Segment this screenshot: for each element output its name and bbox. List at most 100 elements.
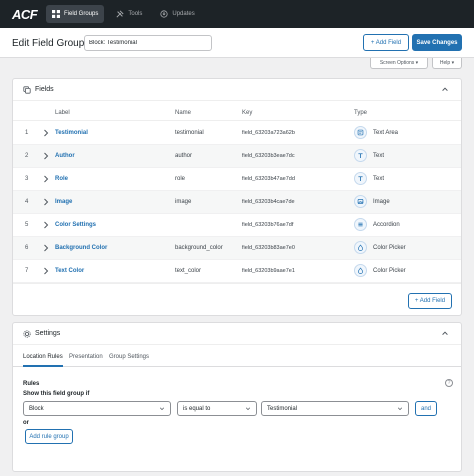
fields-icon [23, 85, 31, 94]
field-key: field_63203b83ae7e0 [242, 245, 295, 251]
field-order: 1 [25, 130, 29, 136]
field-order: 7 [25, 268, 29, 274]
settings-panel-title: Settings [35, 330, 61, 337]
settings-tabs: Location Rules Presentation Group Settin… [13, 347, 461, 367]
tools-icon [116, 10, 124, 18]
rule-operator-select[interactable]: is equal to [177, 401, 257, 416]
field-key: field_63203b76ae7df [242, 222, 294, 228]
text-icon [358, 176, 363, 181]
col-key: Key [242, 110, 253, 116]
color-picker-icon [358, 244, 363, 251]
table-row[interactable]: 6 Background Color background_color field_6… [13, 237, 461, 260]
field-name: role [175, 176, 186, 182]
chevron-right-icon[interactable] [43, 244, 49, 252]
fields-panel-title: Fields [35, 86, 54, 93]
help-icon[interactable]: ? [445, 379, 453, 387]
chevron-right-icon[interactable] [43, 198, 49, 206]
chevron-right-icon[interactable] [43, 152, 49, 160]
field-type: Accordion [373, 222, 400, 228]
field-label-link[interactable]: Author [55, 153, 75, 159]
tab-group-settings[interactable]: Group Settings [109, 354, 149, 360]
chevron-up-icon[interactable] [441, 85, 449, 93]
field-key: field_63203b3eae7dc [242, 153, 295, 159]
col-type: Type [354, 110, 368, 116]
field-name: background_color [175, 245, 223, 251]
nav-label: Field Groups [64, 11, 99, 17]
field-order: 3 [25, 176, 29, 182]
chevron-down-icon [159, 407, 165, 410]
chevron-right-icon[interactable] [43, 267, 49, 275]
top-nav: ACF Field Groups Tools Updates [0, 0, 474, 28]
add-field-button-top[interactable]: + Add Field [363, 34, 409, 51]
table-row[interactable]: 1 Testimonial testimonial field_63203a723a6… [13, 122, 461, 145]
fields-panel: Fields Label Name Key Type 1 Testimonial t… [12, 78, 462, 316]
field-order: 2 [25, 153, 29, 159]
field-order: 4 [25, 199, 29, 205]
nav-field-groups[interactable]: Field Groups [46, 5, 105, 23]
field-order: 5 [25, 222, 29, 228]
table-row[interactable]: 4 Image image field_63203b4cae7de Image [13, 191, 461, 214]
col-label: Label [55, 110, 70, 116]
textarea-icon [357, 129, 364, 136]
table-row[interactable]: 3 Role role field_63203b47ae7dd Text [13, 168, 461, 191]
chevron-right-icon[interactable] [43, 175, 49, 183]
acf-logo[interactable]: ACF [12, 7, 40, 22]
field-type-badge [354, 218, 367, 231]
field-order: 6 [25, 245, 29, 251]
field-type-badge [354, 195, 367, 208]
rule-operator-value: is equal to [183, 405, 211, 412]
field-type-badge [354, 172, 367, 185]
show-if-label: Show this field group if [23, 391, 90, 397]
nav-tools[interactable]: Tools [110, 5, 148, 23]
field-type-badge [354, 241, 367, 254]
fields-footer: + Add Field [13, 283, 461, 315]
settings-panel-header[interactable]: Settings [13, 323, 461, 345]
fields-panel-header[interactable]: Fields [13, 79, 461, 101]
chevron-right-icon[interactable] [43, 129, 49, 137]
nav-label: Updates [172, 11, 195, 17]
field-type: Text [373, 153, 385, 159]
screen-options-tab[interactable]: Screen Options ▾ [370, 58, 428, 69]
page-title: Edit Field Group [12, 38, 85, 49]
rule-param-value: Block [29, 405, 44, 412]
updates-icon [160, 10, 168, 18]
field-name: text_color [175, 268, 202, 274]
add-field-button-bottom[interactable]: + Add Field [408, 293, 452, 309]
help-tab[interactable]: Help ▾ [432, 58, 462, 69]
field-type-badge [354, 126, 367, 139]
color-picker-icon [358, 267, 363, 274]
rule-value-value: Testimonial [267, 405, 298, 412]
field-label-link[interactable]: Role [55, 176, 68, 182]
chevron-up-icon[interactable] [441, 329, 449, 337]
nav-updates[interactable]: Updates [154, 5, 200, 23]
text-icon [358, 153, 363, 158]
table-row[interactable]: 7 Text Color text_color field_63203b9aae7e1… [13, 260, 461, 283]
field-label-link[interactable]: Color Settings [55, 222, 96, 228]
rule-value-select[interactable]: Testimonial [261, 401, 409, 416]
and-button[interactable]: and [415, 401, 437, 416]
field-type: Text Area [373, 130, 399, 136]
fields-table-header: Label Name Key Type [13, 105, 461, 121]
table-row[interactable]: 5 Color Settings field_63203b76ae7df Accord… [13, 214, 461, 237]
field-type: Color Picker [373, 268, 406, 274]
field-type-badge [354, 264, 367, 277]
chevron-down-icon [397, 407, 403, 410]
field-type: Color Picker [373, 245, 406, 251]
field-name: image [175, 199, 192, 205]
tab-location-rules[interactable]: Location Rules [23, 354, 63, 367]
tab-presentation[interactable]: Presentation [69, 354, 103, 360]
field-name: testimonial [175, 130, 204, 136]
field-type: Image [373, 199, 390, 205]
settings-panel: Settings Location Rules Presentation Gro… [12, 322, 462, 472]
field-group-title-input[interactable] [84, 35, 212, 51]
field-label-link[interactable]: Testimonial [55, 130, 88, 136]
rule-param-select[interactable]: Block [23, 401, 171, 416]
field-label-link[interactable]: Image [55, 199, 72, 205]
chevron-right-icon[interactable] [43, 221, 49, 229]
add-rule-group-button[interactable]: Add rule group [25, 429, 73, 444]
field-label-link[interactable]: Text Color [55, 268, 84, 274]
nav-label: Tools [128, 11, 143, 17]
save-changes-button[interactable]: Save Changes [412, 34, 462, 51]
table-row[interactable]: 2 Author author field_63203b3eae7dc Text [13, 145, 461, 168]
field-label-link[interactable]: Background Color [55, 245, 107, 251]
